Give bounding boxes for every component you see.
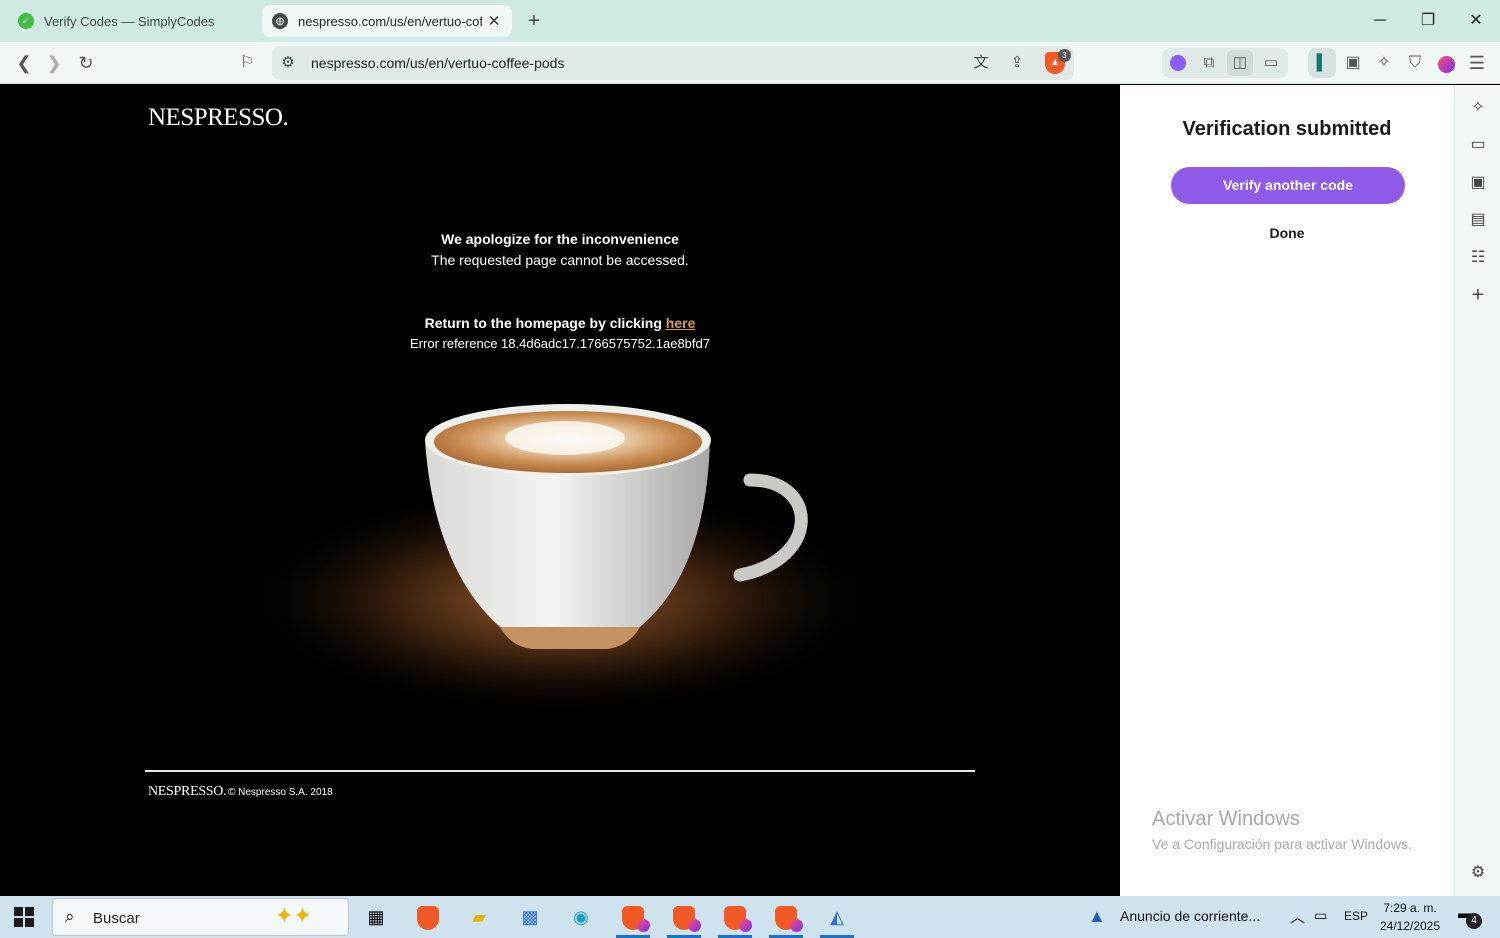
edge-icon[interactable]: ◉	[560, 901, 602, 933]
sparkle-icon: ✦✦	[275, 903, 312, 928]
footer-copyright: © Nespresso S.A. 2018	[228, 787, 333, 798]
menu-icon[interactable]: ☰	[1464, 50, 1490, 76]
language-indicator[interactable]: ESP	[1344, 909, 1368, 923]
return-text: Return to the homepage by clicking	[424, 315, 666, 331]
share-icon[interactable]: ⇪	[1005, 51, 1029, 75]
homepage-link[interactable]: here	[666, 315, 696, 331]
side-panel: Verification submitted Verify another co…	[1120, 85, 1454, 896]
done-button[interactable]: Done	[1120, 225, 1454, 241]
site-settings-icon[interactable]: ⚙	[276, 51, 300, 75]
return-message: Return to the homepage by clicking here	[0, 315, 1120, 331]
restore-icon[interactable]: ❐	[1414, 8, 1442, 34]
warning-icon[interactable]: ▲	[1088, 906, 1106, 927]
tab-search-icon[interactable]: ▭	[1258, 50, 1284, 76]
sidebar-toggle-icon[interactable]: ▌	[1308, 48, 1336, 78]
search-placeholder: Buscar	[93, 910, 140, 927]
url-text[interactable]: nespresso.com/us/en/vertuo-coffee-pods	[311, 55, 564, 71]
activate-windows-subtitle: Ve a Configuración para activar Windows.	[1152, 836, 1412, 852]
tab-strip: ✓ Verify Codes — SimplyCodes ◍ nespresso…	[0, 0, 1500, 42]
talk-video-icon[interactable]: ▭	[1465, 132, 1491, 158]
rewards-icon[interactable]	[1433, 50, 1459, 76]
brave-profile-icon[interactable]	[612, 901, 654, 938]
error-reference: Error reference 18.4d6adc17.1766575752.1…	[410, 336, 710, 351]
shields-count-badge: 3	[1058, 49, 1071, 62]
taskbar-search-box[interactable]: ⌕ Buscar ✦✦	[52, 898, 349, 936]
coffee-cup-image	[220, 385, 900, 745]
activate-windows-title: Activar Windows	[1152, 808, 1300, 830]
brave-profile-icon[interactable]	[714, 901, 756, 938]
error-title: We apologize for the inconvenience	[441, 231, 679, 247]
footer-logo: NESPRESSO.	[148, 784, 227, 799]
wallet-icon[interactable]: ▣	[1340, 50, 1366, 76]
address-bar[interactable]: ⚙ nespresso.com/us/en/vertuo-coffee-pods…	[272, 46, 1074, 80]
notification-count-badge: 4	[1466, 913, 1482, 929]
globe-icon: ◍	[272, 13, 288, 29]
tab-simplycodes[interactable]: ✓ Verify Codes — SimplyCodes	[8, 5, 252, 37]
puzzle-icon[interactable]: ⧉	[1196, 50, 1222, 76]
web-page: NESPRESSO. We apologize for the inconven…	[0, 85, 1120, 896]
simplycodes-extension-icon[interactable]	[1165, 50, 1191, 76]
windows-taskbar: ⌕ Buscar ✦✦ ▦ ▰ ▩ ◉ ◭ ▲ Anuncio de corri…	[0, 896, 1500, 938]
footer-divider	[145, 770, 975, 772]
minimize-icon[interactable]: ─	[1366, 8, 1394, 34]
add-panel-icon[interactable]: +	[1465, 282, 1491, 308]
reload-icon[interactable]: ↻	[73, 50, 99, 76]
clock-time: 7:29 a. m.	[1383, 901, 1437, 915]
windows-start-icon[interactable]	[14, 907, 34, 927]
extensions-group: ⧉ ◫ ▭	[1162, 48, 1288, 78]
brave-profile-icon[interactable]	[765, 901, 807, 938]
back-icon[interactable]: ❮	[11, 50, 37, 76]
browser-toolbar: ❮ ❯ ↻ ⚐ ⚙ nespresso.com/us/en/vertuo-cof…	[0, 42, 1500, 84]
split-view-icon[interactable]: ◫	[1227, 50, 1253, 76]
network-app-icon[interactable]: ◭	[816, 901, 858, 938]
network-icon[interactable]: ▭	[1314, 907, 1327, 924]
translate-icon[interactable]: 文	[969, 51, 993, 75]
panel-title: Verification submitted	[1182, 118, 1392, 140]
tab-nespresso[interactable]: ◍ nespresso.com/us/en/vertuo-cof ✕	[262, 5, 512, 37]
search-icon: ⌕	[65, 907, 75, 926]
chevron-up-icon[interactable]: ︿	[1290, 906, 1305, 927]
close-tab-icon[interactable]: ✕	[482, 12, 506, 30]
bookmarks-icon[interactable]: ▤	[1465, 207, 1491, 233]
new-tab-button[interactable]: +	[522, 9, 546, 33]
tab-title: Verify Codes — SimplyCodes	[44, 13, 215, 29]
task-view-icon[interactable]: ▦	[355, 901, 397, 933]
leo-ai-icon[interactable]: ✧	[1465, 95, 1491, 121]
verify-another-code-button[interactable]: Verify another code	[1171, 167, 1405, 204]
file-explorer-icon[interactable]: ▰	[458, 901, 500, 933]
leo-ai-icon[interactable]: ✧	[1371, 50, 1397, 76]
forward-icon[interactable]: ❯	[41, 50, 67, 76]
error-subtitle: The requested page cannot be accessed.	[431, 252, 689, 268]
taskbar-clock[interactable]: 7:29 a. m. 24/12/2025	[1372, 899, 1448, 935]
simplycodes-favicon-icon: ✓	[18, 13, 34, 29]
brave-taskbar-icon[interactable]	[407, 901, 449, 933]
microsoft-store-icon[interactable]: ▩	[509, 901, 551, 933]
close-window-icon[interactable]: ✕	[1462, 8, 1490, 34]
settings-gear-icon[interactable]: ⚙	[1465, 860, 1491, 886]
reading-list-icon[interactable]: ☷	[1465, 245, 1491, 271]
tab-title: nespresso.com/us/en/vertuo-cof	[298, 13, 482, 29]
notification-text[interactable]: Anuncio de corriente...	[1120, 908, 1260, 924]
wallet-icon[interactable]: ▣	[1465, 170, 1491, 196]
vpn-shield-icon[interactable]: ⛉	[1402, 50, 1428, 76]
brave-profile-icon[interactable]	[663, 901, 705, 938]
sidebar-rail: ✧ ▭ ▣ ▤ ☷ + ⚙	[1454, 85, 1500, 896]
nespresso-logo[interactable]: NESPRESSO.	[148, 104, 289, 132]
clock-date: 24/12/2025	[1379, 919, 1441, 933]
bookmark-icon[interactable]: ⚐	[234, 50, 260, 76]
